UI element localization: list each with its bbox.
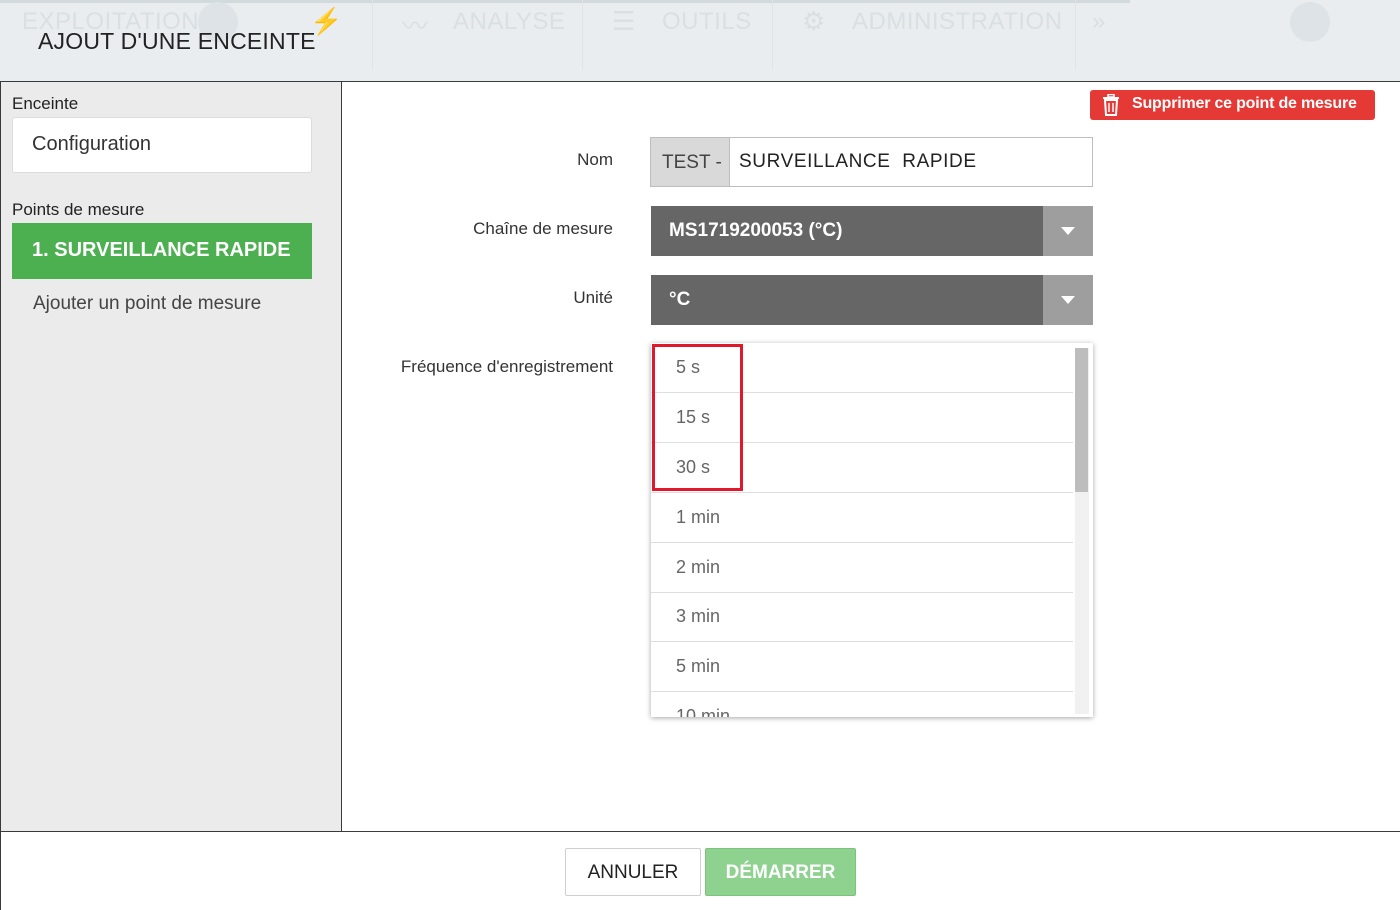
dropdown-scrollbar-thumb[interactable] bbox=[1075, 348, 1088, 492]
sidebar: Enceinte Configuration Points de mesure … bbox=[0, 82, 342, 832]
trash-icon bbox=[1103, 94, 1119, 116]
chevron-down-icon bbox=[1061, 227, 1075, 235]
highlight-box bbox=[652, 344, 743, 491]
chain-select-toggle[interactable] bbox=[1043, 206, 1093, 256]
name-prefix: TEST - bbox=[651, 138, 730, 186]
nav-outils: OUTILS bbox=[662, 8, 752, 35]
chain-select[interactable]: MS1719200053 (°C) bbox=[651, 206, 1093, 256]
nav-divider bbox=[582, 0, 583, 70]
sliders-icon: ⚙ bbox=[802, 6, 826, 36]
frequency-option-3min[interactable]: 3 min bbox=[651, 592, 1073, 642]
frequency-option-2min[interactable]: 2 min bbox=[651, 543, 1073, 593]
enclosure-section-label: Enceinte bbox=[12, 94, 79, 113]
chevrons-right-icon: » bbox=[1092, 8, 1106, 35]
unit-label: Unité bbox=[573, 288, 613, 307]
nav-analyse: ANALYSE bbox=[453, 8, 566, 35]
nav-divider bbox=[372, 0, 373, 70]
name-input[interactable] bbox=[739, 151, 1079, 173]
nav-divider bbox=[1075, 0, 1076, 70]
chain-label: Chaîne de mesure bbox=[473, 219, 613, 238]
unit-select-value: °C bbox=[669, 289, 691, 310]
name-label: Nom bbox=[577, 150, 613, 169]
delete-point-label: Supprimer ce point de mesure bbox=[1132, 95, 1357, 112]
user-avatar bbox=[1290, 2, 1330, 42]
add-point-link[interactable]: Ajouter un point de mesure bbox=[33, 293, 261, 315]
start-button[interactable]: DÉMARRER bbox=[705, 848, 856, 896]
frequency-option-5min[interactable]: 5 min bbox=[651, 642, 1073, 692]
nav-administration: ADMINISTRATION bbox=[852, 8, 1063, 35]
name-field: TEST - bbox=[650, 137, 1093, 187]
configuration-item[interactable]: Configuration bbox=[12, 117, 312, 173]
nav-top-line bbox=[0, 0, 1130, 3]
frequency-option-1min[interactable]: 1 min bbox=[651, 493, 1073, 543]
chain-select-value: MS1719200053 (°C) bbox=[669, 220, 843, 241]
nav-divider bbox=[772, 0, 773, 70]
delete-point-button[interactable]: Supprimer ce point de mesure bbox=[1090, 90, 1375, 120]
tools-icon: ☰ bbox=[612, 6, 636, 36]
unit-select-toggle[interactable] bbox=[1043, 275, 1093, 325]
modal-title: AJOUT D'UNE ENCEINTE bbox=[38, 28, 316, 54]
cancel-button[interactable]: ANNULER bbox=[565, 848, 701, 896]
unit-select[interactable]: °C bbox=[651, 275, 1093, 325]
modal-header: EXPLOITATION ⚡ 〰 ANALYSE ☰ OUTILS ⚙ ADMI… bbox=[0, 0, 1400, 82]
points-section-label: Points de mesure bbox=[12, 200, 145, 219]
frequency-label: Fréquence d'enregistrement bbox=[400, 357, 613, 376]
sidebar-item-surveillance-rapide[interactable]: 1. SURVEILLANCE RAPIDE bbox=[12, 223, 312, 279]
chart-line-icon: 〰 bbox=[402, 11, 429, 41]
chevron-down-icon bbox=[1061, 296, 1075, 304]
frequency-option-10min[interactable]: 10 min bbox=[651, 692, 1073, 717]
